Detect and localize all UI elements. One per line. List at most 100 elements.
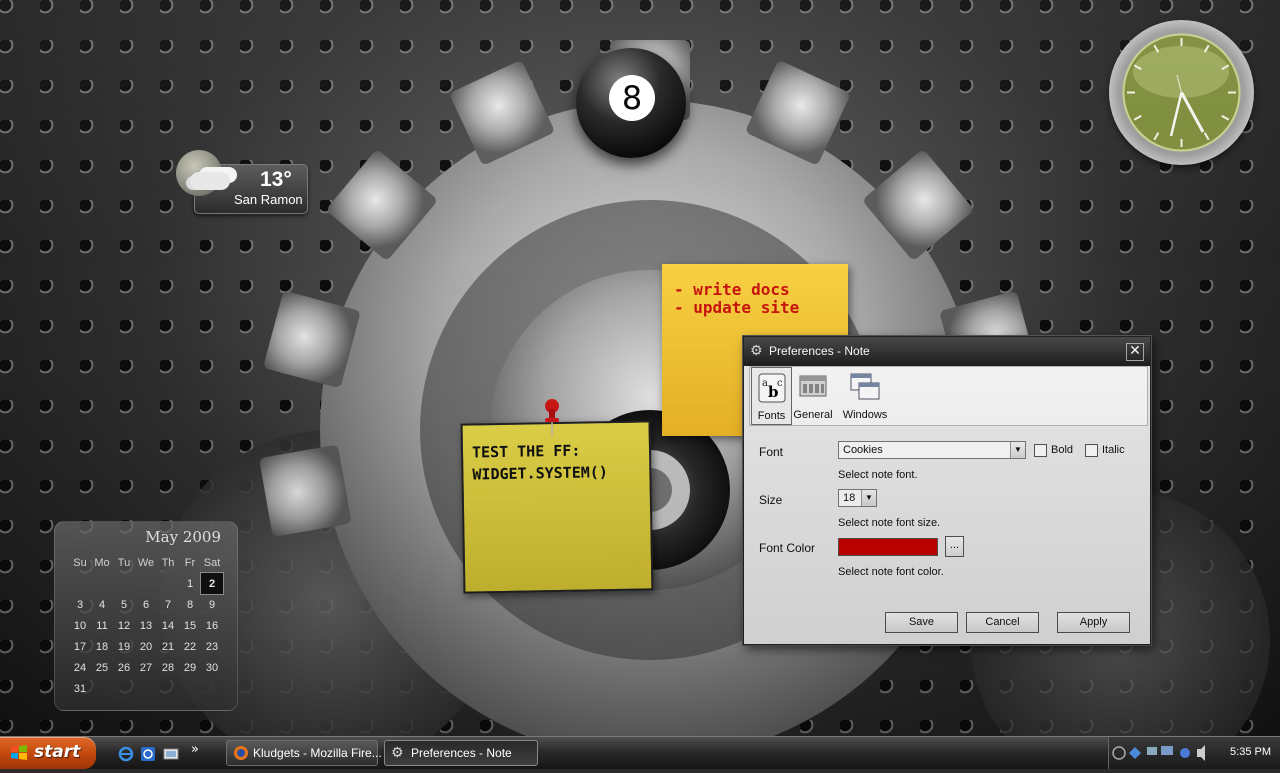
calendar-day[interactable]: 26 [113,657,135,678]
tab-general[interactable]: General [791,367,835,423]
note-line: TEST THE FF: [471,441,581,462]
calendar-week-row: 10 11 12 13 14 15 16 [69,615,223,636]
calendar-day[interactable]: 19 [113,636,135,657]
calendar-grid: Su Mo Tu We Th Fr Sat 1 2 3 4 5 6 7 8 9 10 11 12 13 1… [69,552,224,699]
browser-quicklaunch-icon[interactable] [140,746,156,762]
calendar-day[interactable]: 24 [69,657,91,678]
calendar-day[interactable]: 8 [179,594,201,615]
calendar-day[interactable]: 10 [69,615,91,636]
start-label: start [34,742,81,762]
calendar-day[interactable]: 9 [201,594,223,615]
calendar-empty-cell [179,678,201,699]
font-abc-icon: a b c [758,373,785,403]
tray-monitor-icon [1161,746,1173,755]
calendar-empty-cell [113,678,135,699]
bold-checkbox[interactable] [1034,444,1047,457]
size-select-value: 18 [843,492,856,504]
calendar-day[interactable]: 15 [179,615,201,636]
calendar-day[interactable]: 13 [135,615,157,636]
calendar-day-today[interactable]: 2 [200,572,224,595]
weather-widget[interactable]: 13° San Ramon [176,150,308,216]
calendar-day[interactable]: 25 [91,657,113,678]
calendar-day[interactable]: 29 [179,657,201,678]
calendar-empty-cell [113,573,135,594]
italic-label: Italic [1102,444,1125,456]
tab-windows[interactable]: Windows [840,367,890,423]
calendar-day[interactable]: 23 [201,636,223,657]
save-button[interactable]: Save [885,612,958,633]
calendar-empty-cell [157,573,179,594]
calendar-day[interactable]: 1 [179,573,201,594]
calendar-day[interactable]: 18 [91,636,113,657]
preferences-dialog[interactable]: ⚙ Preferences - Note ✕ a b c Fonts Gener… [743,336,1151,645]
calendar-day[interactable]: 16 [201,615,223,636]
quicklaunch-overflow-chevron-icon[interactable]: » [191,742,199,757]
tray-security-icon [1180,748,1190,758]
calendar-day[interactable]: 4 [91,594,113,615]
sticky-note-test[interactable]: TEST THE FF: WIDGET.SYSTEM() [460,420,654,594]
font-color-label: Font Color [759,541,816,555]
note-line: WIDGET.SYSTEM() [472,463,609,484]
calendar-day[interactable]: 6 [135,594,157,615]
font-help-text: Select note font. [838,469,918,481]
calendar-empty-cell [135,573,157,594]
taskbar-item-label: Preferences - Note [411,746,512,760]
start-button[interactable]: start [0,737,96,769]
calendar-day[interactable]: 3 [69,594,91,615]
calendar-day[interactable]: 28 [157,657,179,678]
font-label: Font [759,445,784,459]
taskbar-clock[interactable]: 5:35 PM [1230,746,1271,758]
dialog-titlebar[interactable]: ⚙ Preferences - Note ✕ [744,337,1150,366]
calendar-day[interactable]: 22 [179,636,201,657]
calendar-week-row: 12 [69,572,224,595]
italic-checkbox[interactable] [1085,444,1098,457]
calendar-day[interactable]: 27 [135,657,157,678]
tab-fonts[interactable]: a b c Fonts [751,367,792,425]
tray-volume-icon [1197,745,1205,761]
eight-ball-number: 8 [609,75,655,121]
calendar-week-row: 17 18 19 20 21 22 23 [69,636,223,657]
calendar-day[interactable]: 17 [69,636,91,657]
calendar-day[interactable]: 14 [157,615,179,636]
tray-display-icon [1147,747,1157,755]
weekday-label: Fr [184,556,196,569]
weather-temperature: 13° [260,168,292,191]
taskbar-item-firefox[interactable]: Kludgets - Mozilla Fire... [226,740,382,766]
clock-face [1122,33,1241,152]
calendar-day[interactable]: 20 [135,636,157,657]
dialog-title: Preferences - Note [769,344,870,358]
calendar-day[interactable]: 5 [113,594,135,615]
calendar-day[interactable]: 11 [91,615,113,636]
weather-city: San Ramon [234,192,303,207]
calendar-day[interactable]: 12 [113,615,135,636]
calendar-day[interactable]: 30 [201,657,223,678]
cancel-button[interactable]: Cancel [966,612,1039,633]
tab-windows-label: Windows [842,409,888,421]
show-desktop-icon[interactable] [163,746,179,762]
font-color-swatch[interactable] [838,538,938,556]
color-picker-button[interactable]: ... [945,536,964,557]
tray-expand-icon [1112,746,1126,760]
calendar-week-row: 24 25 26 27 28 29 30 [69,657,223,678]
font-select[interactable]: Cookies ▼ [838,441,1026,459]
font-select-value: Cookies [843,444,883,456]
firefox-icon [234,746,248,760]
calendar-widget[interactable]: May 2009 Su Mo Tu We Th Fr Sat 123456789… [54,521,238,711]
calendar-day[interactable]: 31 [69,678,91,699]
tray-network-icon [1129,747,1141,759]
calendar-day[interactable]: 21 [157,636,179,657]
taskbar-item-preferences[interactable]: ⚙ Preferences - Note [384,740,538,766]
system-tray: 5:35 PM [1108,737,1280,769]
internet-explorer-icon[interactable] [118,746,134,762]
chevron-down-icon: ▼ [1010,442,1025,458]
windows-icon [850,373,880,400]
analog-clock-widget[interactable] [1109,20,1254,165]
calendar-day[interactable]: 7 [157,594,179,615]
calendar-empty-cell [69,573,91,594]
eight-ball-widget[interactable]: 8 [576,48,686,158]
close-button[interactable]: ✕ [1126,343,1144,361]
calendar-week-row: 3456789 [69,594,223,615]
apply-button[interactable]: Apply [1057,612,1130,633]
size-select[interactable]: 18 ▼ [838,489,877,507]
tab-general-label: General [793,409,833,421]
